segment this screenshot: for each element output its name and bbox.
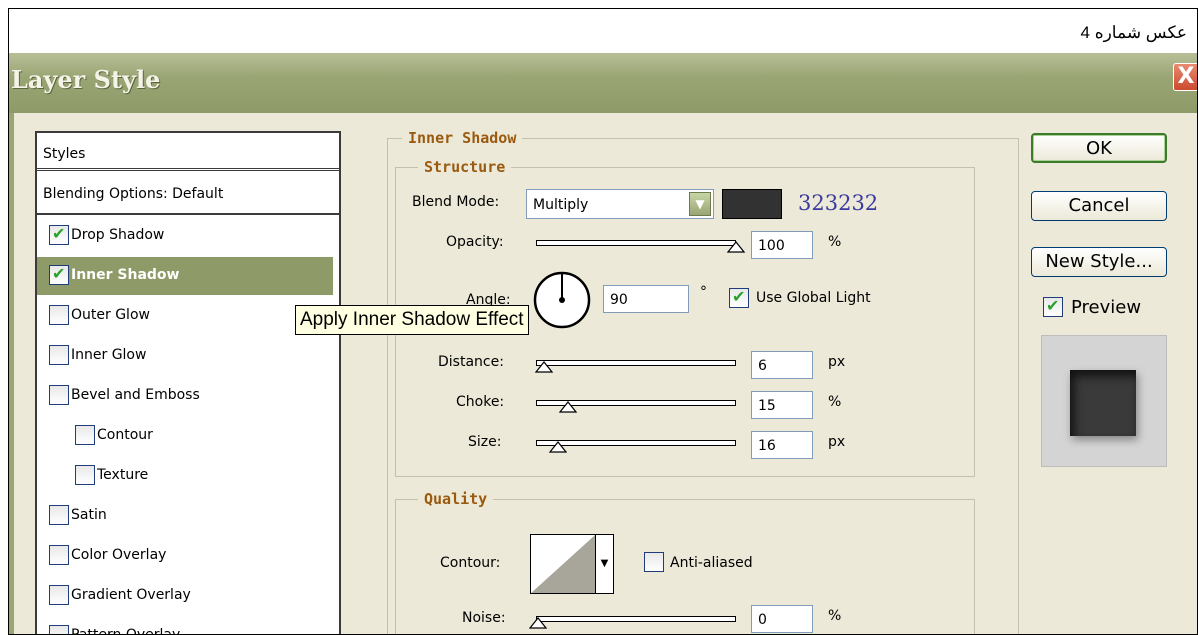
- size-unit: px: [828, 434, 846, 450]
- style-item-checkbox[interactable]: [49, 505, 69, 525]
- style-item-checkbox[interactable]: [75, 425, 95, 445]
- styles-list: Styles Blending Options: Default Drop Sh…: [35, 131, 341, 635]
- blend-mode-select[interactable]: Multiply ▼: [526, 189, 714, 219]
- style-item[interactable]: Outer Glow: [37, 297, 339, 335]
- distance-unit: px: [828, 354, 846, 370]
- style-item-label: Bevel and Emboss: [71, 387, 200, 403]
- preview-checkbox[interactable]: [1043, 296, 1063, 317]
- style-item-checkbox[interactable]: [49, 545, 69, 565]
- style-item-label: Gradient Overlay: [71, 587, 191, 603]
- choke-input[interactable]: 15: [751, 391, 813, 419]
- color-swatch[interactable]: [722, 189, 782, 219]
- styles-header[interactable]: Styles: [37, 133, 339, 171]
- style-item[interactable]: Inner Shadow: [37, 257, 333, 295]
- contour-preview-icon: [531, 535, 595, 593]
- style-item[interactable]: Color Overlay: [37, 537, 339, 575]
- figure-caption: عکس شماره 4: [1080, 23, 1188, 42]
- anti-aliased-checkbox[interactable]: [644, 552, 664, 572]
- preview-square: [1070, 370, 1136, 436]
- cancel-button[interactable]: Cancel: [1031, 191, 1167, 221]
- opacity-slider[interactable]: [536, 240, 745, 253]
- opacity-input[interactable]: 100: [751, 231, 813, 259]
- preview-label: Preview: [1071, 297, 1142, 318]
- chevron-down-icon[interactable]: ▼: [689, 192, 711, 216]
- style-item-label: Drop Shadow: [71, 227, 165, 243]
- distance-label: Distance:: [438, 354, 504, 370]
- style-item-label: Color Overlay: [71, 547, 167, 563]
- style-item[interactable]: Gradient Overlay: [37, 577, 339, 615]
- style-item[interactable]: Drop Shadow: [37, 217, 339, 255]
- dialog-title-bar[interactable]: Layer Style X: [9, 53, 1197, 113]
- anti-aliased-label: Anti-aliased: [670, 555, 753, 571]
- style-item-label: Satin: [71, 507, 107, 523]
- style-item-checkbox[interactable]: [49, 345, 69, 365]
- style-item-label: Inner Glow: [71, 347, 147, 363]
- style-item-checkbox[interactable]: [49, 625, 69, 634]
- distance-input[interactable]: 6: [751, 351, 813, 379]
- contour-picker[interactable]: ▼: [530, 534, 614, 594]
- noise-input[interactable]: 0: [751, 605, 813, 633]
- noise-unit: %: [828, 608, 842, 624]
- style-item-label: Inner Shadow: [71, 267, 180, 283]
- angle-unit: °: [700, 284, 707, 300]
- tooltip: Apply Inner Shadow Effect: [295, 305, 529, 335]
- contour-label: Contour:: [440, 555, 501, 571]
- preview-swatch: [1041, 335, 1167, 467]
- color-annotation: 323232: [798, 191, 879, 215]
- size-input[interactable]: 16: [751, 431, 813, 459]
- size-label: Size:: [468, 434, 502, 450]
- opacity-label: Opacity:: [446, 234, 504, 250]
- blend-mode-value: Multiply: [533, 197, 589, 213]
- inner-shadow-title: Inner Shadow: [402, 129, 523, 147]
- angle-dial-icon: [533, 271, 591, 329]
- style-item-label: Outer Glow: [71, 307, 150, 323]
- blending-options-item[interactable]: Blending Options: Default: [37, 175, 339, 215]
- style-item-label: Texture: [97, 467, 149, 483]
- choke-unit: %: [828, 394, 842, 410]
- structure-title: Structure: [418, 158, 512, 176]
- style-item-label: Contour: [97, 427, 153, 443]
- blend-mode-label: Blend Mode:: [412, 194, 500, 210]
- style-item[interactable]: Inner Glow: [37, 337, 339, 375]
- choke-label: Choke:: [456, 394, 505, 410]
- noise-label: Noise:: [462, 610, 506, 626]
- style-item-checkbox[interactable]: [49, 224, 69, 245]
- opacity-unit: %: [828, 234, 842, 250]
- use-global-light-checkbox[interactable]: [729, 287, 749, 308]
- angle-input[interactable]: 90: [603, 285, 689, 313]
- style-item-checkbox[interactable]: [49, 264, 69, 285]
- style-item[interactable]: Texture: [37, 457, 339, 495]
- style-item-checkbox[interactable]: [49, 585, 69, 605]
- style-item[interactable]: Satin: [37, 497, 339, 535]
- quality-group: Quality Contour: ▼ Anti-aliased Noise: 0…: [395, 490, 975, 634]
- style-item[interactable]: Bevel and Emboss: [37, 377, 339, 415]
- style-item[interactable]: Pattern Overlay: [37, 617, 339, 635]
- style-item-checkbox[interactable]: [49, 305, 69, 325]
- style-item-checkbox[interactable]: [75, 465, 95, 485]
- style-item-checkbox[interactable]: [49, 385, 69, 405]
- distance-slider[interactable]: [535, 360, 736, 373]
- dialog-body: Styles Blending Options: Default Drop Sh…: [9, 113, 1197, 635]
- quality-title: Quality: [418, 490, 494, 508]
- dialog-left-edge: [9, 113, 14, 634]
- choke-slider[interactable]: [536, 400, 736, 413]
- style-item-label: Pattern Overlay: [71, 627, 181, 635]
- close-button[interactable]: X: [1173, 63, 1197, 91]
- figure-frame: عکس شماره 4 Layer Style X Styles Blendin…: [8, 8, 1198, 635]
- size-slider[interactable]: [536, 440, 736, 453]
- use-global-light-label: Use Global Light: [756, 290, 871, 306]
- dialog-title: Layer Style: [11, 65, 161, 94]
- angle-dial[interactable]: [532, 270, 592, 330]
- new-style-button[interactable]: New Style...: [1031, 247, 1167, 277]
- ok-button[interactable]: OK: [1031, 133, 1167, 163]
- noise-slider[interactable]: [529, 616, 736, 629]
- style-item[interactable]: Contour: [37, 417, 339, 455]
- contour-dropdown-icon[interactable]: ▼: [595, 535, 613, 593]
